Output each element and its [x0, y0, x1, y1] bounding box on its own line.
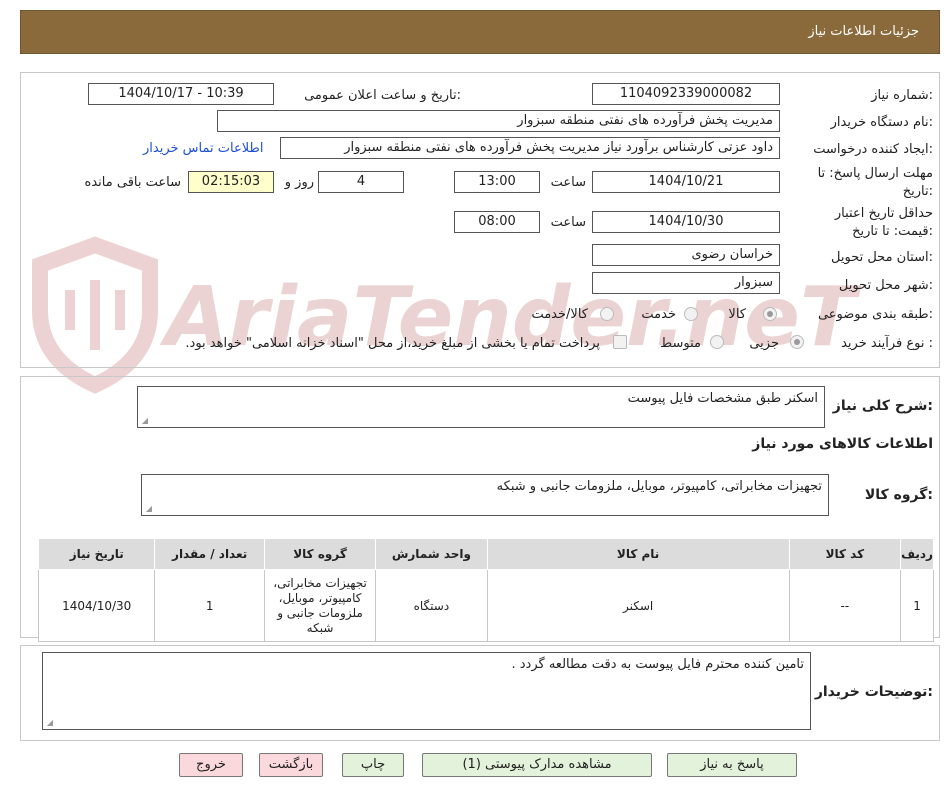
deadline-days-field: 4: [318, 171, 404, 193]
col-name: نام کالا: [486, 538, 790, 570]
print-button[interactable]: چاپ: [342, 753, 404, 777]
category-option-both: کالا/خدمت: [531, 307, 588, 322]
col-unit: واحد شمارش: [375, 538, 488, 570]
category-label: طبقه بندی موضوعی:: [817, 307, 933, 322]
category-radio-goods[interactable]: [763, 307, 777, 321]
page-title: جزئیات اطلاعات نیاز: [808, 24, 919, 39]
category-option-service: خدمت: [641, 307, 676, 322]
cell-date: 1404/10/30: [37, 569, 156, 642]
treasury-checkbox-label: پرداخت تمام یا بخشی از مبلغ خرید،از محل …: [185, 336, 600, 351]
validity-label: حداقل تاریخ اعتبار: [834, 206, 933, 221]
remaining-time-field: 02:15:03: [188, 171, 274, 193]
col-code: کد کالا: [788, 538, 902, 570]
process-radio-minor[interactable]: [790, 335, 804, 349]
goods-group-field: تجهیزات مخابراتی، کامپیوتر، موبایل، ملزو…: [141, 474, 829, 516]
buyer-org-label: نام دستگاه خریدار:: [830, 115, 933, 130]
need-number-field: 1104092339000082: [592, 83, 780, 105]
cell-name: اسکنر: [486, 569, 790, 642]
validity-label-2: قیمت: تا تاریخ:: [852, 224, 933, 239]
deadline-date-field: 1404/10/21: [592, 171, 780, 193]
items-table: ردیف کد کالا نام کالا واحد شمارش گروه کا…: [37, 538, 934, 642]
description-text: اسکنر طبق مشخصات فایل پیوست: [627, 391, 818, 406]
goods-group-text: تجهیزات مخابراتی، کامپیوتر، موبایل، ملزو…: [496, 479, 822, 494]
attachments-button[interactable]: مشاهده مدارک پیوستی (1): [422, 753, 652, 777]
col-row: ردیف: [900, 538, 934, 570]
category-radio-both[interactable]: [600, 307, 614, 321]
table-row: 1 -- اسکنر دستگاه تجهیزات مخابراتی، کامپ…: [37, 569, 934, 642]
creator-field: داود عزتی کارشناس برآورد نیاز مدیریت پخش…: [280, 137, 780, 159]
process-label: نوع فرآیند خرید :: [841, 336, 933, 351]
days-label: روز و: [284, 175, 314, 190]
process-radio-medium[interactable]: [710, 335, 724, 349]
resize-grip-icon: ◢: [145, 504, 152, 513]
deadline-time-label: ساعت: [550, 175, 586, 190]
buyer-contact-link[interactable]: اطلاعات تماس خریدار: [143, 141, 263, 156]
buyer-notes-label: توضیحات خریدار:: [814, 684, 933, 700]
creator-label: ایجاد کننده درخواست:: [813, 142, 933, 157]
col-date: تاریخ نیاز: [37, 538, 156, 570]
process-option-medium: متوسط: [660, 336, 701, 351]
validity-date-field: 1404/10/30: [592, 211, 780, 233]
cell-row: 1: [900, 569, 934, 642]
deadline-label-2: تاریخ:: [902, 184, 933, 199]
category-option-goods: کالا: [728, 307, 746, 322]
table-header-row: ردیف کد کالا نام کالا واحد شمارش گروه کا…: [37, 538, 934, 570]
cell-unit: دستگاه: [375, 569, 488, 642]
deadline-label: مهلت ارسال پاسخ: تا: [817, 166, 933, 181]
province-label: استان محل تحویل:: [831, 250, 933, 265]
city-field: سبزوار: [592, 272, 780, 294]
resize-grip-icon: ◢: [141, 416, 148, 425]
cell-group: تجهیزات مخابراتی، کامپیوتر، موبایل، ملزو…: [263, 569, 377, 642]
resize-grip-icon: ◢: [46, 718, 53, 727]
buyer-notes-text: تامین کننده محترم فایل پیوست به دقت مطال…: [511, 657, 805, 672]
col-qty: تعداد / مقدار: [154, 538, 265, 570]
page-header: جزئیات اطلاعات نیاز: [20, 10, 940, 54]
announce-date-label: تاریخ و ساعت اعلان عمومی:: [304, 88, 461, 103]
remaining-label: ساعت باقی مانده: [84, 175, 181, 190]
province-field: خراسان رضوی: [592, 244, 780, 266]
reply-button[interactable]: پاسخ به نیاز: [667, 753, 797, 777]
need-number-label: شماره نیاز:: [871, 88, 933, 103]
city-label: شهر محل تحویل:: [838, 278, 933, 293]
goods-info-title: اطلاعات کالاهای مورد نیاز: [752, 436, 933, 452]
category-radio-service[interactable]: [684, 307, 698, 321]
buyer-org-field: مدیریت پخش فرآورده های نفتی منطقه سبزوار: [217, 110, 780, 132]
description-label: شرح کلی نیاز:: [832, 398, 933, 414]
deadline-time-field: 13:00: [454, 171, 540, 193]
col-group: گروه کالا: [263, 538, 377, 570]
description-field: اسکنر طبق مشخصات فایل پیوست ◢: [137, 386, 825, 428]
goods-group-label: گروه کالا:: [864, 487, 933, 503]
exit-button[interactable]: خروج: [179, 753, 243, 777]
validity-time-field: 08:00: [454, 211, 540, 233]
cell-qty: 1: [154, 569, 265, 642]
process-option-minor: جزیی: [749, 336, 779, 351]
back-button[interactable]: بازگشت: [259, 753, 323, 777]
announce-date-field: 1404/10/17 - 10:39: [88, 83, 274, 105]
validity-time-label: ساعت: [550, 215, 586, 230]
treasury-checkbox[interactable]: [613, 335, 627, 349]
cell-code: --: [788, 569, 902, 642]
buyer-notes-field: تامین کننده محترم فایل پیوست به دقت مطال…: [42, 652, 811, 730]
